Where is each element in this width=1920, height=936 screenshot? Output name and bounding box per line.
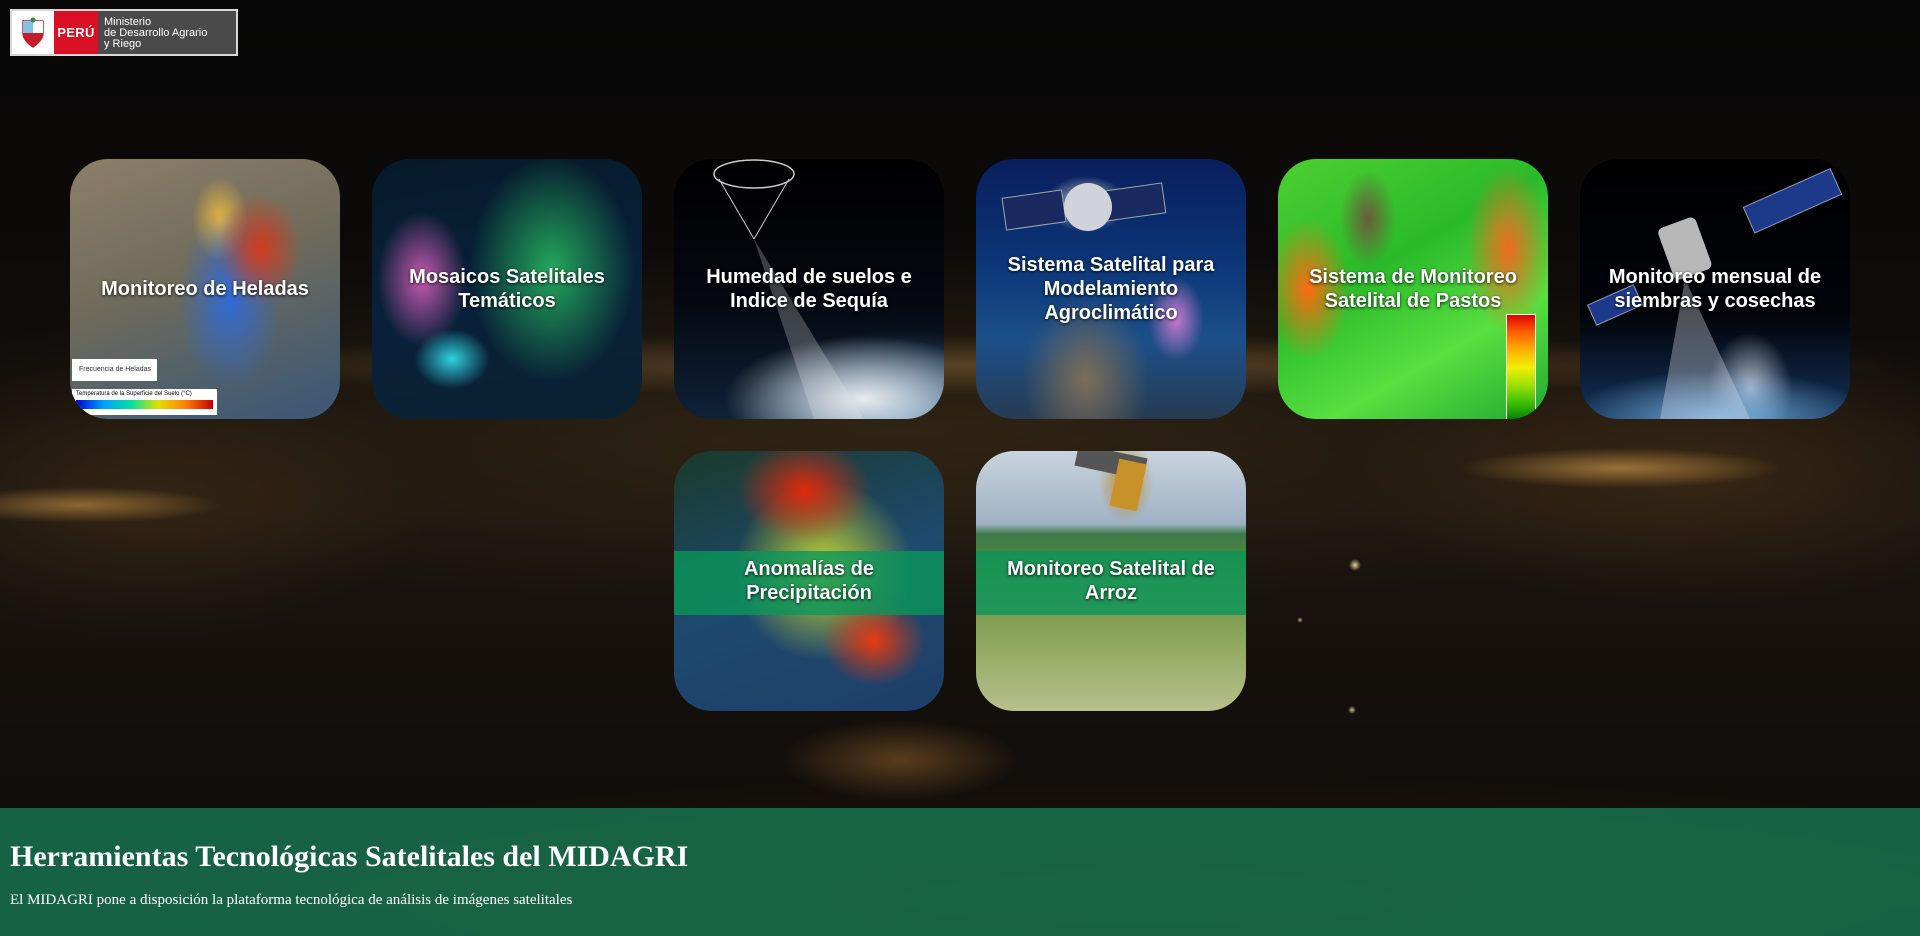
tile-label: Anomalías de Precipitación (743, 558, 875, 604)
legend-temperatura: Temperatura de la Superficie del Suelo (… (72, 389, 217, 415)
tile-label: Sistema Satelital para Modelamiento Agro… (1007, 254, 1215, 324)
tile-label: Humedad de suelos e Indice de Sequía (706, 266, 912, 312)
tile-monitoreo-arroz[interactable]: Monitoreo Satelital de Arroz (976, 451, 1246, 711)
tile-label: Monitoreo Satelital de Arroz (1007, 558, 1215, 604)
legend-frecuencia: Frecuencia de Heladas (72, 359, 157, 381)
tile-monitoreo-pastos[interactable]: Sistema de Monitoreo Satelital de Pastos (1278, 159, 1548, 419)
page-subtitle: El MIDAGRI pone a disposición la platafo… (10, 892, 573, 908)
tile-label: Monitoreo de Heladas (101, 278, 309, 300)
page-title: Herramientas Tecnológicas Satelitales de… (10, 840, 689, 873)
footer-banner: Herramientas Tecnológicas Satelitales de… (0, 808, 1920, 936)
tile-monitoreo-heladas[interactable]: Frecuencia de Heladas Temperatura de la … (70, 159, 340, 419)
background-earth-night (0, 0, 1920, 936)
tile-label: Mosaicos Satelitales Temáticos (409, 266, 605, 312)
color-scale-legend (1506, 314, 1536, 419)
tile-siembras-cosechas[interactable]: Monitoreo mensual de siembras y cosechas (1580, 159, 1850, 419)
tile-mosaicos-satelitales[interactable]: Mosaicos Satelitales Temáticos (372, 159, 642, 419)
tile-label: Monitoreo mensual de siembras y cosechas (1608, 266, 1822, 312)
ministry-logo[interactable]: PERÚ Ministerio de Desarrollo Agrario y … (10, 9, 238, 56)
tile-anomalias-precipitacion[interactable]: Anomalías de Precipitación (674, 451, 944, 711)
logo-ministry-name: Ministerio de Desarrollo Agrario y Riego (104, 16, 208, 50)
tile-humedad-suelos[interactable]: Humedad de suelos e Indice de Sequía (674, 159, 944, 419)
logo-country: PERÚ (54, 11, 98, 54)
coat-of-arms-icon (12, 11, 54, 54)
tile-modelamiento-agroclimatico[interactable]: Sistema Satelital para Modelamiento Agro… (976, 159, 1246, 419)
tile-label: Sistema de Monitoreo Satelital de Pastos (1309, 266, 1517, 312)
